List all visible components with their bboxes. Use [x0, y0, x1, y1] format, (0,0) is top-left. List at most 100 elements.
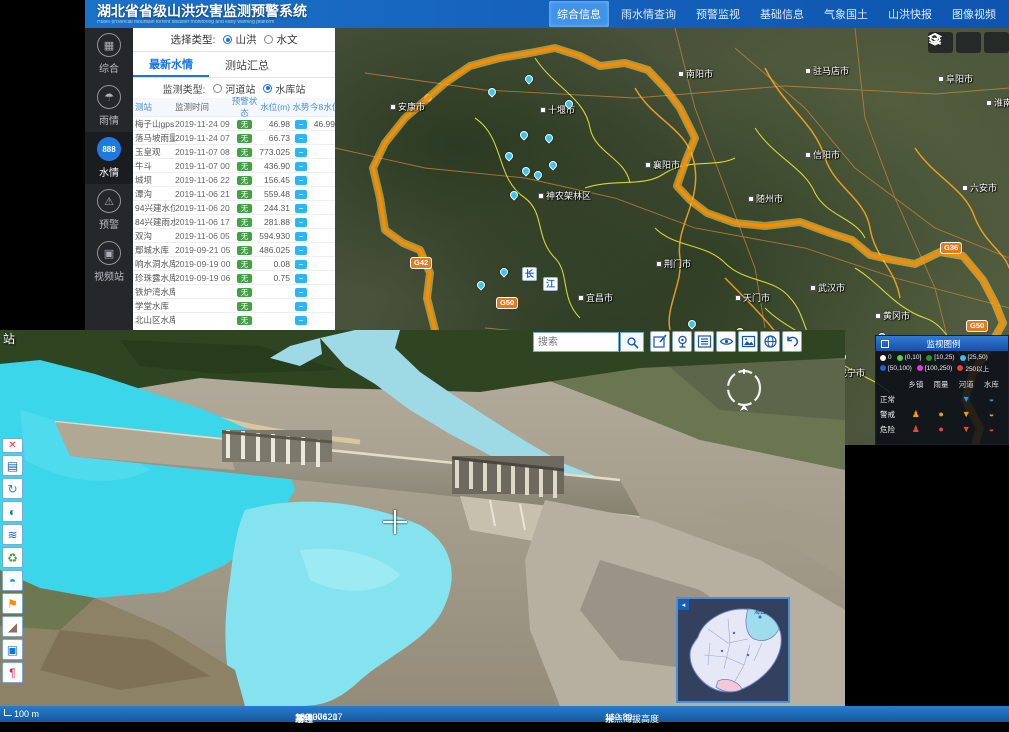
cell-level: 559.48: [258, 189, 292, 199]
sidebar-item-label: 综合: [99, 60, 119, 75]
page-title: 湖北省省级山洪灾害监测预警系统: [97, 4, 307, 18]
viewer-tool-button[interactable]: ↻: [2, 478, 23, 499]
legend-dot-icon: [960, 355, 966, 361]
legend-collapse-icon[interactable]: [881, 340, 889, 348]
legend-dot-icon: [926, 355, 932, 361]
table-row[interactable]: 牛斗 2019-11-07 00 无 436.90 −: [133, 158, 335, 172]
radio-reservoir-station[interactable]: [263, 84, 272, 93]
viewer-tool-button[interactable]: ▣: [2, 639, 23, 660]
sidebar-item[interactable]: ▦ 综合: [85, 28, 133, 80]
radio-mountain-flood-label[interactable]: 山洪: [235, 32, 256, 47]
cell-today: 46.99: [310, 119, 335, 129]
cell-trend: −: [292, 273, 310, 283]
status-badge: 无: [237, 274, 253, 283]
table-row[interactable]: 铁炉湾水库 无 −: [133, 284, 335, 298]
search-button[interactable]: [620, 332, 644, 352]
panel-tabs: 最新水情 测站汇总: [133, 52, 335, 78]
viewer-tool-button[interactable]: ≋: [2, 524, 23, 545]
chart-edit-button[interactable]: [650, 331, 670, 352]
menu-item[interactable]: 雨水情查询: [613, 1, 684, 27]
viewer-tool-icon: ⚑: [7, 597, 18, 611]
inset-toggle-button[interactable]: ◂: [678, 599, 689, 610]
sidebar-item[interactable]: ▣ 视频站: [85, 236, 133, 288]
table-row[interactable]: 84兴建雨水... 2019-11-06 17 无 281.88 −: [133, 214, 335, 228]
viewer-tool-button[interactable]: ◢: [2, 616, 23, 637]
layers-button[interactable]: [984, 32, 1009, 53]
city-marker-icon: [540, 107, 546, 113]
menu-item[interactable]: 气象国土: [816, 1, 876, 27]
search-input[interactable]: [533, 332, 619, 352]
legend-item: (0,10]: [897, 354, 922, 361]
menu-item[interactable]: 综合信息: [549, 1, 609, 27]
viewer-tool-button[interactable]: ♻: [2, 547, 23, 568]
viewer-tool-button[interactable]: ✕: [2, 438, 23, 453]
status-badge: 无: [237, 218, 253, 227]
city-marker-icon: [645, 162, 651, 168]
overview-inset-map[interactable]: ◂ 海口市: [676, 597, 790, 703]
sidebar-item[interactable]: ☂ 雨情: [85, 80, 133, 132]
trend-steady-icon: −: [295, 162, 307, 171]
menu-item[interactable]: 山洪快报: [880, 1, 940, 27]
radio-reservoir-station-label[interactable]: 水库站: [275, 81, 305, 96]
radio-hydrology[interactable]: [264, 35, 273, 44]
legend-dot-icon: [957, 365, 963, 371]
status-badge: 无: [237, 302, 253, 311]
undo-button[interactable]: [782, 331, 802, 352]
table-row[interactable]: 梅子山gps站 2019-11-24 09 无 46.98 − 46.99: [133, 116, 335, 130]
list-button[interactable]: [694, 331, 714, 352]
trend-steady-icon: −: [295, 246, 307, 255]
cell-status: 无: [231, 175, 258, 185]
viewer-3d[interactable]: 站 ✕ ▤ ↻ ◐ ≋ ♻ ◓ ⚑ ◢ ▣ ¶: [0, 330, 845, 706]
viewer-tool-button[interactable]: ¶: [2, 662, 23, 683]
cell-time: 2019-11-24 09: [175, 119, 231, 129]
table-row[interactable]: 玉皇观 2019-11-07 08 无 773.025 −: [133, 144, 335, 158]
hainan-inset: 海口市: [678, 599, 788, 701]
cell-status: 无: [231, 133, 258, 143]
tab-station-summary[interactable]: 测站汇总: [209, 52, 285, 77]
scale-text: 100 m: [14, 709, 39, 719]
cell-status: 无: [231, 287, 258, 297]
radio-river-station[interactable]: [213, 84, 222, 93]
webcam-button[interactable]: [672, 331, 692, 352]
radio-mountain-flood[interactable]: [223, 35, 232, 44]
menu-item[interactable]: 预警监视: [688, 1, 748, 27]
radio-hydrology-label[interactable]: 水文: [276, 32, 297, 47]
map-search-button[interactable]: [956, 32, 981, 53]
legend-header[interactable]: 监视图例: [876, 336, 1008, 351]
table-row[interactable]: 学堂水库 无 −: [133, 298, 335, 312]
tab-latest-water[interactable]: 最新水情: [133, 52, 209, 77]
cell-time: 2019-11-07 08: [175, 147, 231, 157]
menu-item[interactable]: 基础信息: [752, 1, 812, 27]
warning-legend-table: 乡镇 雨量 河道 水库 正常 ▼ ◒ 警戒 ♟ ● ▼ ◒ 危险 ♟: [880, 377, 1004, 437]
snapshot-button[interactable]: [738, 331, 758, 352]
cell-status: 无: [231, 301, 258, 311]
cell-station: 潭沟: [133, 188, 175, 200]
status-badge: 无: [237, 246, 253, 255]
viewer-tool-button[interactable]: ◓: [2, 570, 23, 591]
table-row[interactable]: 北山区水库 无 −: [133, 312, 335, 326]
eye-button[interactable]: [716, 331, 736, 352]
cell-level: 486.025: [258, 245, 292, 255]
viewer-tool-button[interactable]: ⚑: [2, 593, 23, 614]
table-row[interactable]: 鄢城水库 2019-09-21 05 无 486.025 −: [133, 242, 335, 256]
table-row[interactable]: 城坝 2019-11-06 22 无 156.45 −: [133, 172, 335, 186]
table-row[interactable]: 双沟 2019-11-06 05 无 594.930 −: [133, 228, 335, 242]
table-row[interactable]: 珍珠露水库(... 2019-09-19 06 无 0.75 −: [133, 270, 335, 284]
table-row[interactable]: 响水洞水库(... 2019-09-19 00 无 0.08 −: [133, 256, 335, 270]
sidebar-item[interactable]: 888 水情: [85, 132, 133, 184]
menu-item[interactable]: 图像视频: [944, 1, 1004, 27]
cell-time: 2019-09-19 06: [175, 273, 231, 283]
radio-river-station-label[interactable]: 河道站: [225, 81, 255, 96]
sidebar-item[interactable]: ⚠ 预警: [85, 184, 133, 236]
col-status: 预警状态: [231, 95, 258, 119]
viewer-tool-button[interactable]: ▤: [2, 455, 23, 476]
table-row[interactable]: 落马坡雨量... 2019-11-24 07 无 66.73 −: [133, 130, 335, 144]
viewer-tool-button[interactable]: ◐: [2, 501, 23, 522]
table-row[interactable]: 94兴建水位... 2019-11-06 20 无 244.31 −: [133, 200, 335, 214]
cell-trend: −: [292, 175, 310, 185]
city-marker-icon: [962, 185, 968, 191]
legend-item: [100,250): [917, 363, 952, 373]
compass[interactable]: [723, 368, 765, 412]
globe-button[interactable]: [760, 331, 780, 352]
table-row[interactable]: 潭沟 2019-11-06 21 无 559.48 −: [133, 186, 335, 200]
